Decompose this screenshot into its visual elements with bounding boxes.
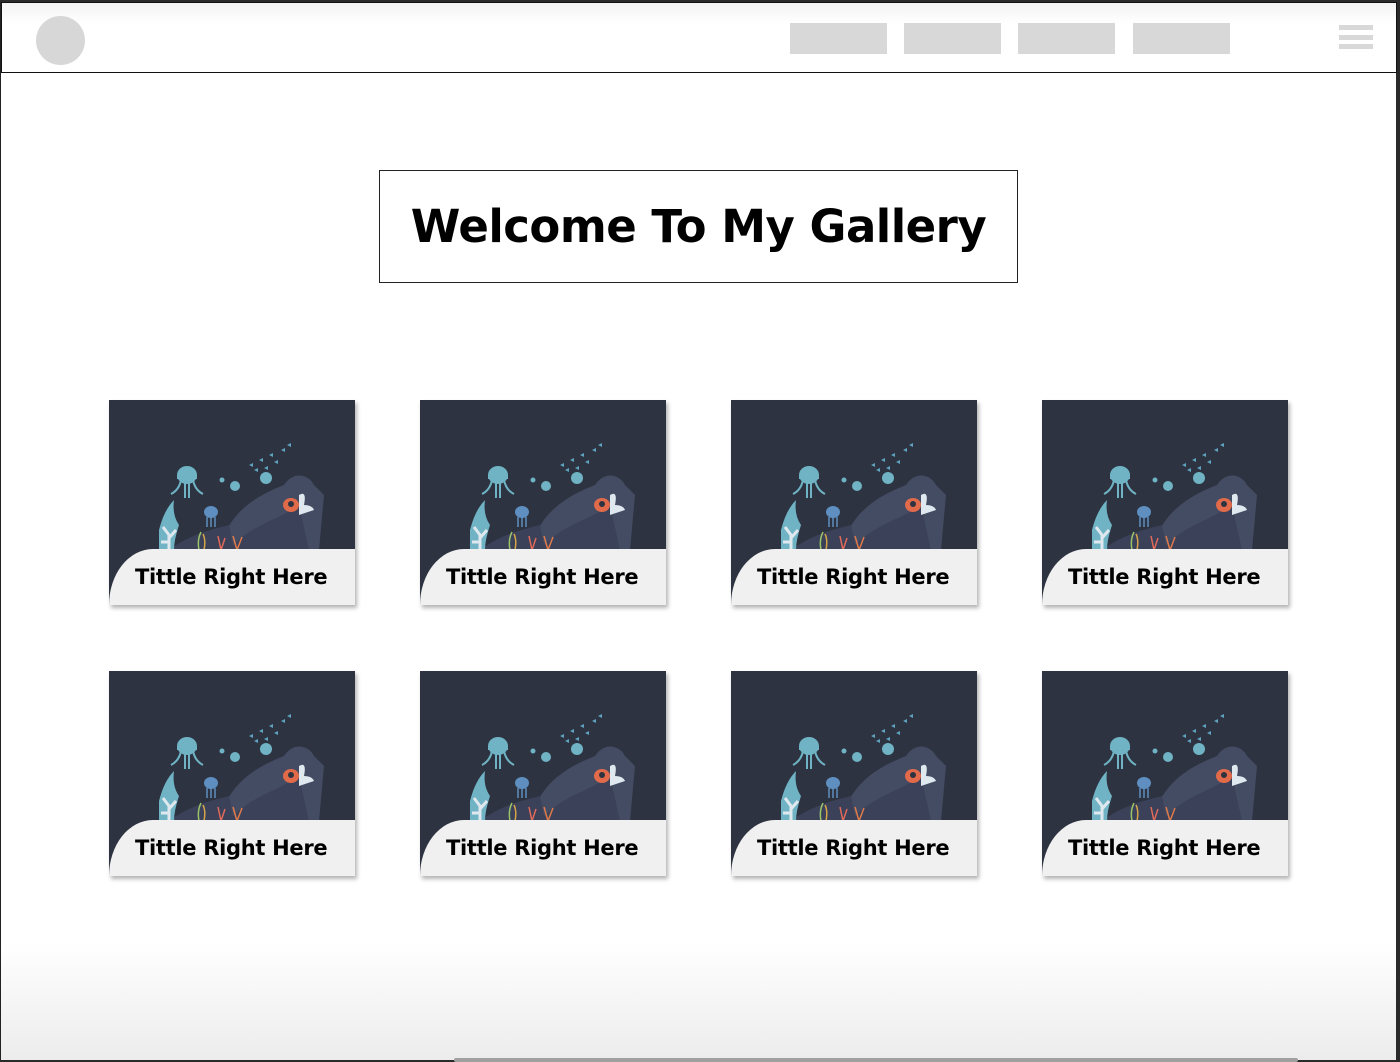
nav-button-3[interactable] — [1018, 23, 1115, 54]
card-title: Tittle Right Here — [109, 820, 355, 876]
gallery-card[interactable]: Tittle Right Here — [420, 400, 666, 605]
nav-button-1[interactable] — [790, 23, 887, 54]
gallery-card[interactable]: Tittle Right Here — [420, 671, 666, 876]
ocean-illustration-icon — [159, 714, 324, 821]
nav-button-2[interactable] — [904, 23, 1001, 54]
gallery-card[interactable]: Tittle Right Here — [109, 671, 355, 876]
ocean-illustration-icon — [1092, 443, 1257, 550]
card-title: Tittle Right Here — [420, 820, 666, 876]
ocean-illustration-icon — [470, 443, 635, 550]
card-title: Tittle Right Here — [731, 820, 977, 876]
logo-placeholder[interactable] — [36, 16, 85, 65]
browser-viewport: Welcome To My Gallery Tittle Right Here … — [0, 2, 1397, 1062]
card-title: Tittle Right Here — [1042, 549, 1288, 605]
horizontal-scrollbar[interactable] — [454, 1058, 1298, 1062]
gallery-card[interactable]: Tittle Right Here — [1042, 400, 1288, 605]
nav-button-4[interactable] — [1133, 23, 1230, 54]
page-title-box: Welcome To My Gallery — [379, 170, 1018, 283]
card-title: Tittle Right Here — [109, 549, 355, 605]
navbar — [1, 2, 1397, 73]
ocean-illustration-icon — [470, 714, 635, 821]
card-title: Tittle Right Here — [731, 549, 977, 605]
gallery-card[interactable]: Tittle Right Here — [731, 671, 977, 876]
ocean-illustration-icon — [159, 443, 324, 550]
ocean-illustration-icon — [781, 443, 946, 550]
card-title: Tittle Right Here — [1042, 820, 1288, 876]
ocean-illustration-icon — [1092, 714, 1257, 821]
page-title: Welcome To My Gallery — [410, 200, 987, 253]
gallery-card[interactable]: Tittle Right Here — [1042, 671, 1288, 876]
gallery-card[interactable]: Tittle Right Here — [109, 400, 355, 605]
card-title: Tittle Right Here — [420, 549, 666, 605]
gallery-card[interactable]: Tittle Right Here — [731, 400, 977, 605]
ocean-illustration-icon — [781, 714, 946, 821]
hamburger-menu-icon[interactable] — [1339, 25, 1373, 53]
